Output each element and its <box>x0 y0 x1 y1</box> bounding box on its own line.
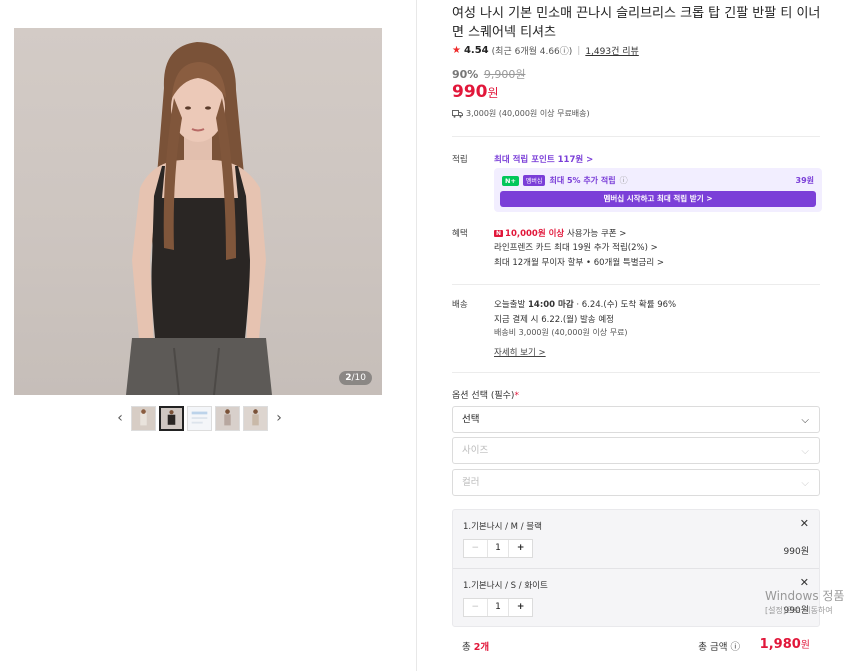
rating-row: ★ 4.54 (최근 6개월 4.66ⓘ) | 1,493건 리뷰 <box>452 44 639 57</box>
total-amount: 1,980원 <box>759 637 810 652</box>
rating-score: 4.54 <box>463 45 489 56</box>
chevron-down-icon: ⌵ <box>801 446 809 457</box>
total-count: 총 2개 <box>462 642 490 653</box>
benefits-label: 혜택 <box>452 229 468 239</box>
discount-row: 90% 9,900원 <box>452 66 525 82</box>
selected-option-name: 1.기본나시 / M / 블랙 <box>463 522 542 532</box>
model-photo-illustration <box>126 42 272 395</box>
coupon-link[interactable]: N 10,000원 이상 사용가능 쿠폰 > <box>494 227 626 239</box>
points-label: 적립 <box>452 155 468 165</box>
vertical-divider <box>416 0 417 671</box>
review-count-link[interactable]: 1,493건 리뷰 <box>585 44 638 57</box>
naver-plus-membership-box: N+ 멤버십 최대 5% 추가 적립 ⓘ 39원 멤버십 시작하고 최대 적립 … <box>494 168 822 212</box>
discount-percent: 90% <box>452 68 479 81</box>
quantity-stepper: − 1 + <box>463 539 533 558</box>
thumbnail-strip: ‹ › <box>112 404 287 432</box>
delivery-dispatch: 지금 결제 시 6.22.(월) 발송 예정 <box>494 315 614 325</box>
delivery-fee: 배송비 3,000원 (40,000원 이상 무료) <box>494 328 628 337</box>
thumbnail-2[interactable] <box>159 405 184 431</box>
divider <box>452 372 820 373</box>
chevron-left-icon[interactable]: ‹ <box>112 405 128 431</box>
windows-activation-watermark: Windows 정품 [설정]으로 이동하여 <box>765 587 844 616</box>
chevron-down-icon: ⌵ <box>801 478 809 489</box>
required-mark: * <box>514 391 519 401</box>
selected-option-price: 990원 <box>783 547 809 557</box>
quantity-value[interactable]: 1 <box>486 599 510 616</box>
chevron-down-icon: ⌵ <box>801 415 809 426</box>
installment-link[interactable]: 최대 12개월 무이자 할부 • 60개월 특별금리 > <box>494 256 664 268</box>
chevron-right-icon[interactable]: › <box>271 405 287 431</box>
quantity-stepper: − 1 + <box>463 598 533 617</box>
separator: | <box>577 45 581 56</box>
truck-icon <box>452 109 463 118</box>
sale-price: 990원 <box>452 82 499 102</box>
divider <box>452 284 820 285</box>
rating-recent[interactable]: (최근 6개월 4.66ⓘ) <box>492 44 573 57</box>
total-amount-label[interactable]: 총 금액 ⓘ <box>698 639 740 653</box>
card-benefit-link[interactable]: 라인프렌즈 카드 최대 19원 추가 적립(2%) > <box>494 241 658 253</box>
membership-extra-points: 최대 5% 추가 적립 <box>549 176 616 185</box>
membership-points-value: 39원 <box>795 176 815 185</box>
option-select-color-label: 컬러 <box>462 477 480 488</box>
option-select-main-label: 선택 <box>462 414 480 425</box>
watermark-line-1: Windows 정품 <box>765 589 845 603</box>
option-title: 옵션 선택 (필수)* <box>452 391 519 401</box>
thumbnail-3[interactable] <box>187 405 212 431</box>
product-title: 여성 나시 기본 민소매 끈나시 슬리브리스 크롭 탑 긴팔 반팔 티 이너면 … <box>452 6 821 40</box>
option-select-main[interactable]: 선택 ⌵ <box>452 406 820 433</box>
sale-price-value: 990 <box>452 82 488 102</box>
thumbnail-1[interactable] <box>131 405 156 431</box>
delivery-detail-link[interactable]: 자세히 보기 > <box>494 346 546 358</box>
thumbnail-4[interactable] <box>215 405 240 431</box>
option-select-size[interactable]: 사이즈 ⌵ <box>452 437 820 464</box>
increase-quantity-button[interactable]: + <box>509 540 532 557</box>
increase-quantity-button[interactable]: + <box>509 599 532 616</box>
delivery-label: 배송 <box>452 300 468 310</box>
main-product-photo[interactable]: 2/10 <box>14 28 382 395</box>
delivery-deadline: 14:00 마감 <box>527 300 574 310</box>
naver-plus-badge: N+ <box>502 175 519 186</box>
coupon-text: 사용가능 쿠폰 > <box>564 229 627 239</box>
start-membership-button[interactable]: 멤버십 시작하고 최대 적립 받기 > <box>500 191 816 207</box>
divider <box>452 136 820 137</box>
original-price: 9,900원 <box>483 68 526 81</box>
quantity-value[interactable]: 1 <box>486 540 510 557</box>
delivery-today: 오늘출발 <box>494 300 528 310</box>
decrease-quantity-button[interactable]: − <box>464 540 487 557</box>
remove-option-close-icon[interactable]: ✕ <box>800 517 809 530</box>
thumbnail-5[interactable] <box>243 405 268 431</box>
membership-row: N+ 멤버십 최대 5% 추가 적립 ⓘ <box>502 175 628 186</box>
option-select-color[interactable]: 컬러 ⌵ <box>452 469 820 496</box>
shipping-fee-row: 3,000원 (40,000원 이상 무료배송) <box>452 108 590 119</box>
info-icon[interactable]: ⓘ <box>620 175 628 186</box>
option-select-size-label: 사이즈 <box>462 445 489 456</box>
shipping-fee-text: 3,000원 (40,000원 이상 무료배송) <box>466 109 590 118</box>
delivery-today-row: 오늘출발 14:00 마감 · 6.24.(수) 도착 확률 96% <box>494 298 676 310</box>
delivery-arrival: · 6.24.(수) 도착 확률 96% <box>573 300 677 310</box>
selected-option-item: 1.기본나시 / M / 블랙 ✕ − 1 + 990원 <box>453 510 819 568</box>
decrease-quantity-button[interactable]: − <box>464 599 487 616</box>
watermark-line-2: [설정]으로 이동하여 <box>765 606 833 615</box>
selected-option-name: 1.기본나시 / S / 화이트 <box>463 581 548 591</box>
star-icon: ★ <box>452 45 461 56</box>
coupon-badge-icon: N <box>494 230 504 237</box>
max-points-link[interactable]: 최대 적립 포인트 117원 > <box>494 153 593 165</box>
total-row: 총 2개 총 금액 ⓘ 1,980원 <box>452 636 820 656</box>
sale-price-unit: 원 <box>487 86 499 100</box>
photo-counter: 2/10 <box>339 371 372 385</box>
membership-badge: 멤버십 <box>522 175 546 186</box>
coupon-amount: 10,000원 이상 <box>505 229 565 239</box>
